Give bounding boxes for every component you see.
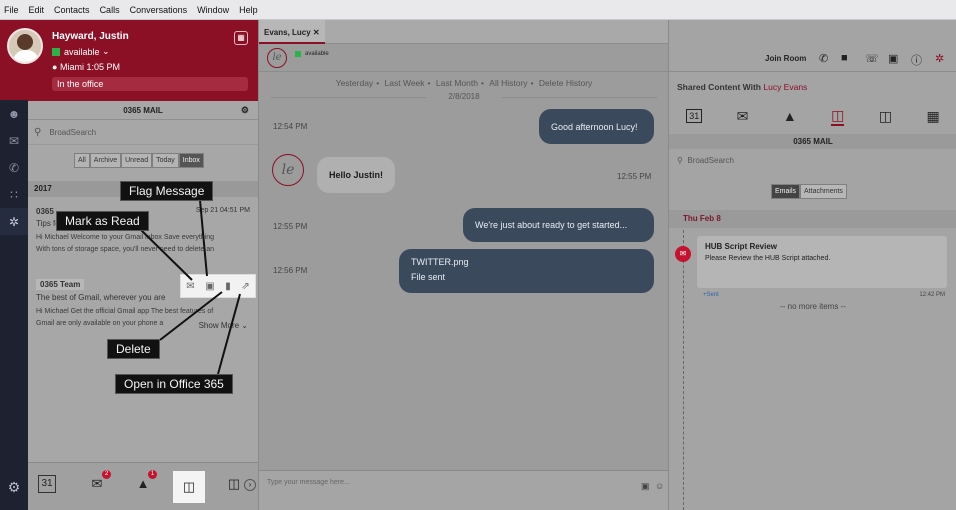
callout-flag-message: Flag Message bbox=[121, 182, 213, 200]
delete-callout-line bbox=[159, 291, 223, 341]
flag-callout-line bbox=[199, 199, 208, 277]
open-office-callout-line bbox=[217, 293, 241, 375]
callout-mark-as-read: Mark as Read bbox=[57, 212, 148, 230]
mark-read-callout-line bbox=[139, 228, 193, 281]
callout-delete: Delete bbox=[108, 340, 159, 358]
callout-lines bbox=[139, 199, 241, 375]
callout-open-in-office-365: Open in Office 365 bbox=[116, 375, 232, 393]
